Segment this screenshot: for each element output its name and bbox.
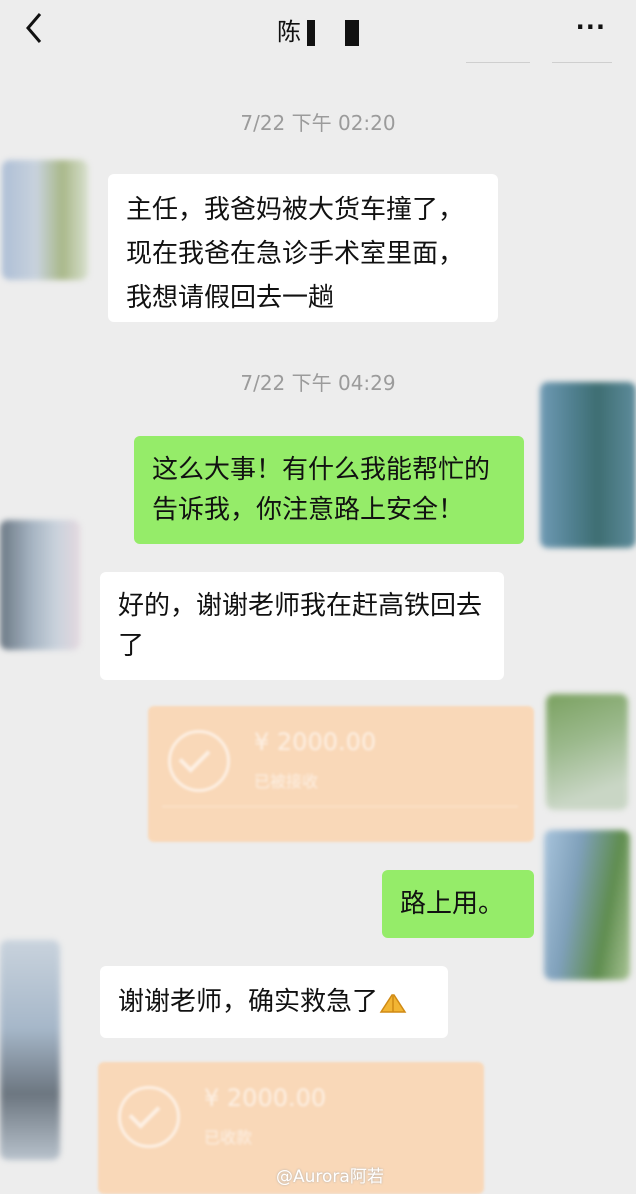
transfer-amount: ¥ 2000.00: [254, 728, 377, 756]
transfer-amount: ¥ 2000.00: [204, 1084, 327, 1112]
pray-emoji-icon: [379, 993, 407, 1013]
transfer-status: 已被接收: [254, 772, 319, 791]
message-bubble-incoming[interactable]: 谢谢老师，确实救急了: [100, 966, 448, 1038]
contact-avatar[interactable]: [2, 160, 88, 280]
contact-name: 陈: [277, 18, 303, 46]
my-avatar[interactable]: [546, 694, 628, 810]
message-bubble-outgoing[interactable]: 路上用。: [382, 870, 534, 938]
my-avatar[interactable]: [544, 830, 630, 980]
watermark: @Aurora阿若: [276, 1167, 384, 1187]
header-divider: [466, 62, 530, 63]
transfer-divider: [162, 806, 518, 807]
transfer-status: 已收款: [204, 1128, 253, 1147]
check-circle-icon: [118, 1086, 180, 1148]
message-bubble-incoming[interactable]: 好的，谢谢老师我在赶高铁回去了: [100, 572, 504, 680]
transfer-card[interactable]: ¥ 2000.00 已被接收: [148, 706, 534, 842]
timestamp: 7/22 下午 02:20: [240, 111, 396, 135]
header-divider: [552, 62, 612, 63]
message-text: 谢谢老师，确实救急了: [118, 987, 379, 1017]
message-text: 主任，我爸妈被大货车撞了，现在我爸在急诊手术室里面，我想请假回去一趟: [126, 195, 465, 313]
redaction-mark: [307, 20, 315, 46]
check-circle-icon: [168, 730, 230, 792]
contact-avatar[interactable]: [0, 940, 60, 1160]
message-bubble-outgoing[interactable]: 这么大事！有什么我能帮忙的告诉我，你注意路上安全！: [134, 436, 524, 544]
redaction-mark: [345, 20, 359, 46]
chat-header: 陈 ···: [0, 0, 636, 63]
message-text: 路上用。: [400, 889, 505, 919]
my-avatar[interactable]: [540, 382, 636, 548]
message-text: 好的，谢谢老师我在赶高铁回去了: [118, 591, 483, 661]
chat-title: 陈: [0, 12, 636, 47]
message-bubble-incoming[interactable]: 主任，我爸妈被大货车撞了，现在我爸在急诊手术室里面，我想请假回去一趟: [108, 174, 498, 322]
more-icon[interactable]: ···: [576, 15, 606, 39]
message-text: 这么大事！有什么我能帮忙的告诉我，你注意路上安全！: [152, 455, 491, 525]
contact-avatar[interactable]: [0, 520, 80, 650]
